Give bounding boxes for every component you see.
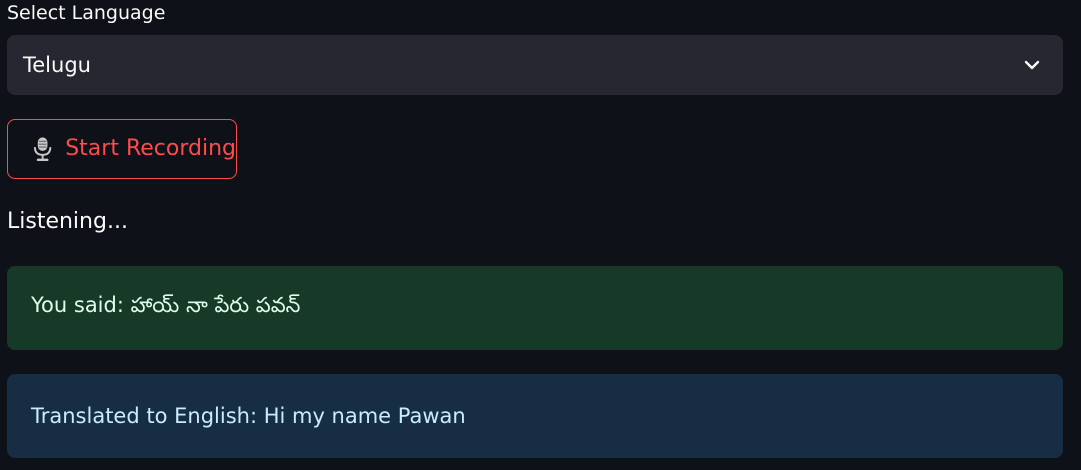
translation-alert: Translated to English: Hi my name Pawan: [7, 374, 1063, 458]
start-recording-label: Start Recording: [65, 136, 236, 161]
app-page: Select Language Telugu Start Recording L…: [0, 0, 1081, 470]
language-select-value: Telugu: [23, 53, 91, 77]
transcription-text: You said: హాయ్ నా పేరు పవన్: [31, 293, 301, 317]
microphone-icon: [33, 137, 52, 162]
transcription-alert: You said: హాయ్ నా పేరు పవన్: [7, 266, 1063, 350]
chevron-down-icon: [1024, 60, 1040, 70]
language-select[interactable]: Telugu: [7, 35, 1063, 95]
translation-text: Translated to English: Hi my name Pawan: [31, 404, 466, 428]
start-recording-button[interactable]: Start Recording: [7, 119, 237, 179]
language-select-label: Select Language: [7, 2, 166, 24]
status-text: Listening...: [7, 209, 128, 234]
